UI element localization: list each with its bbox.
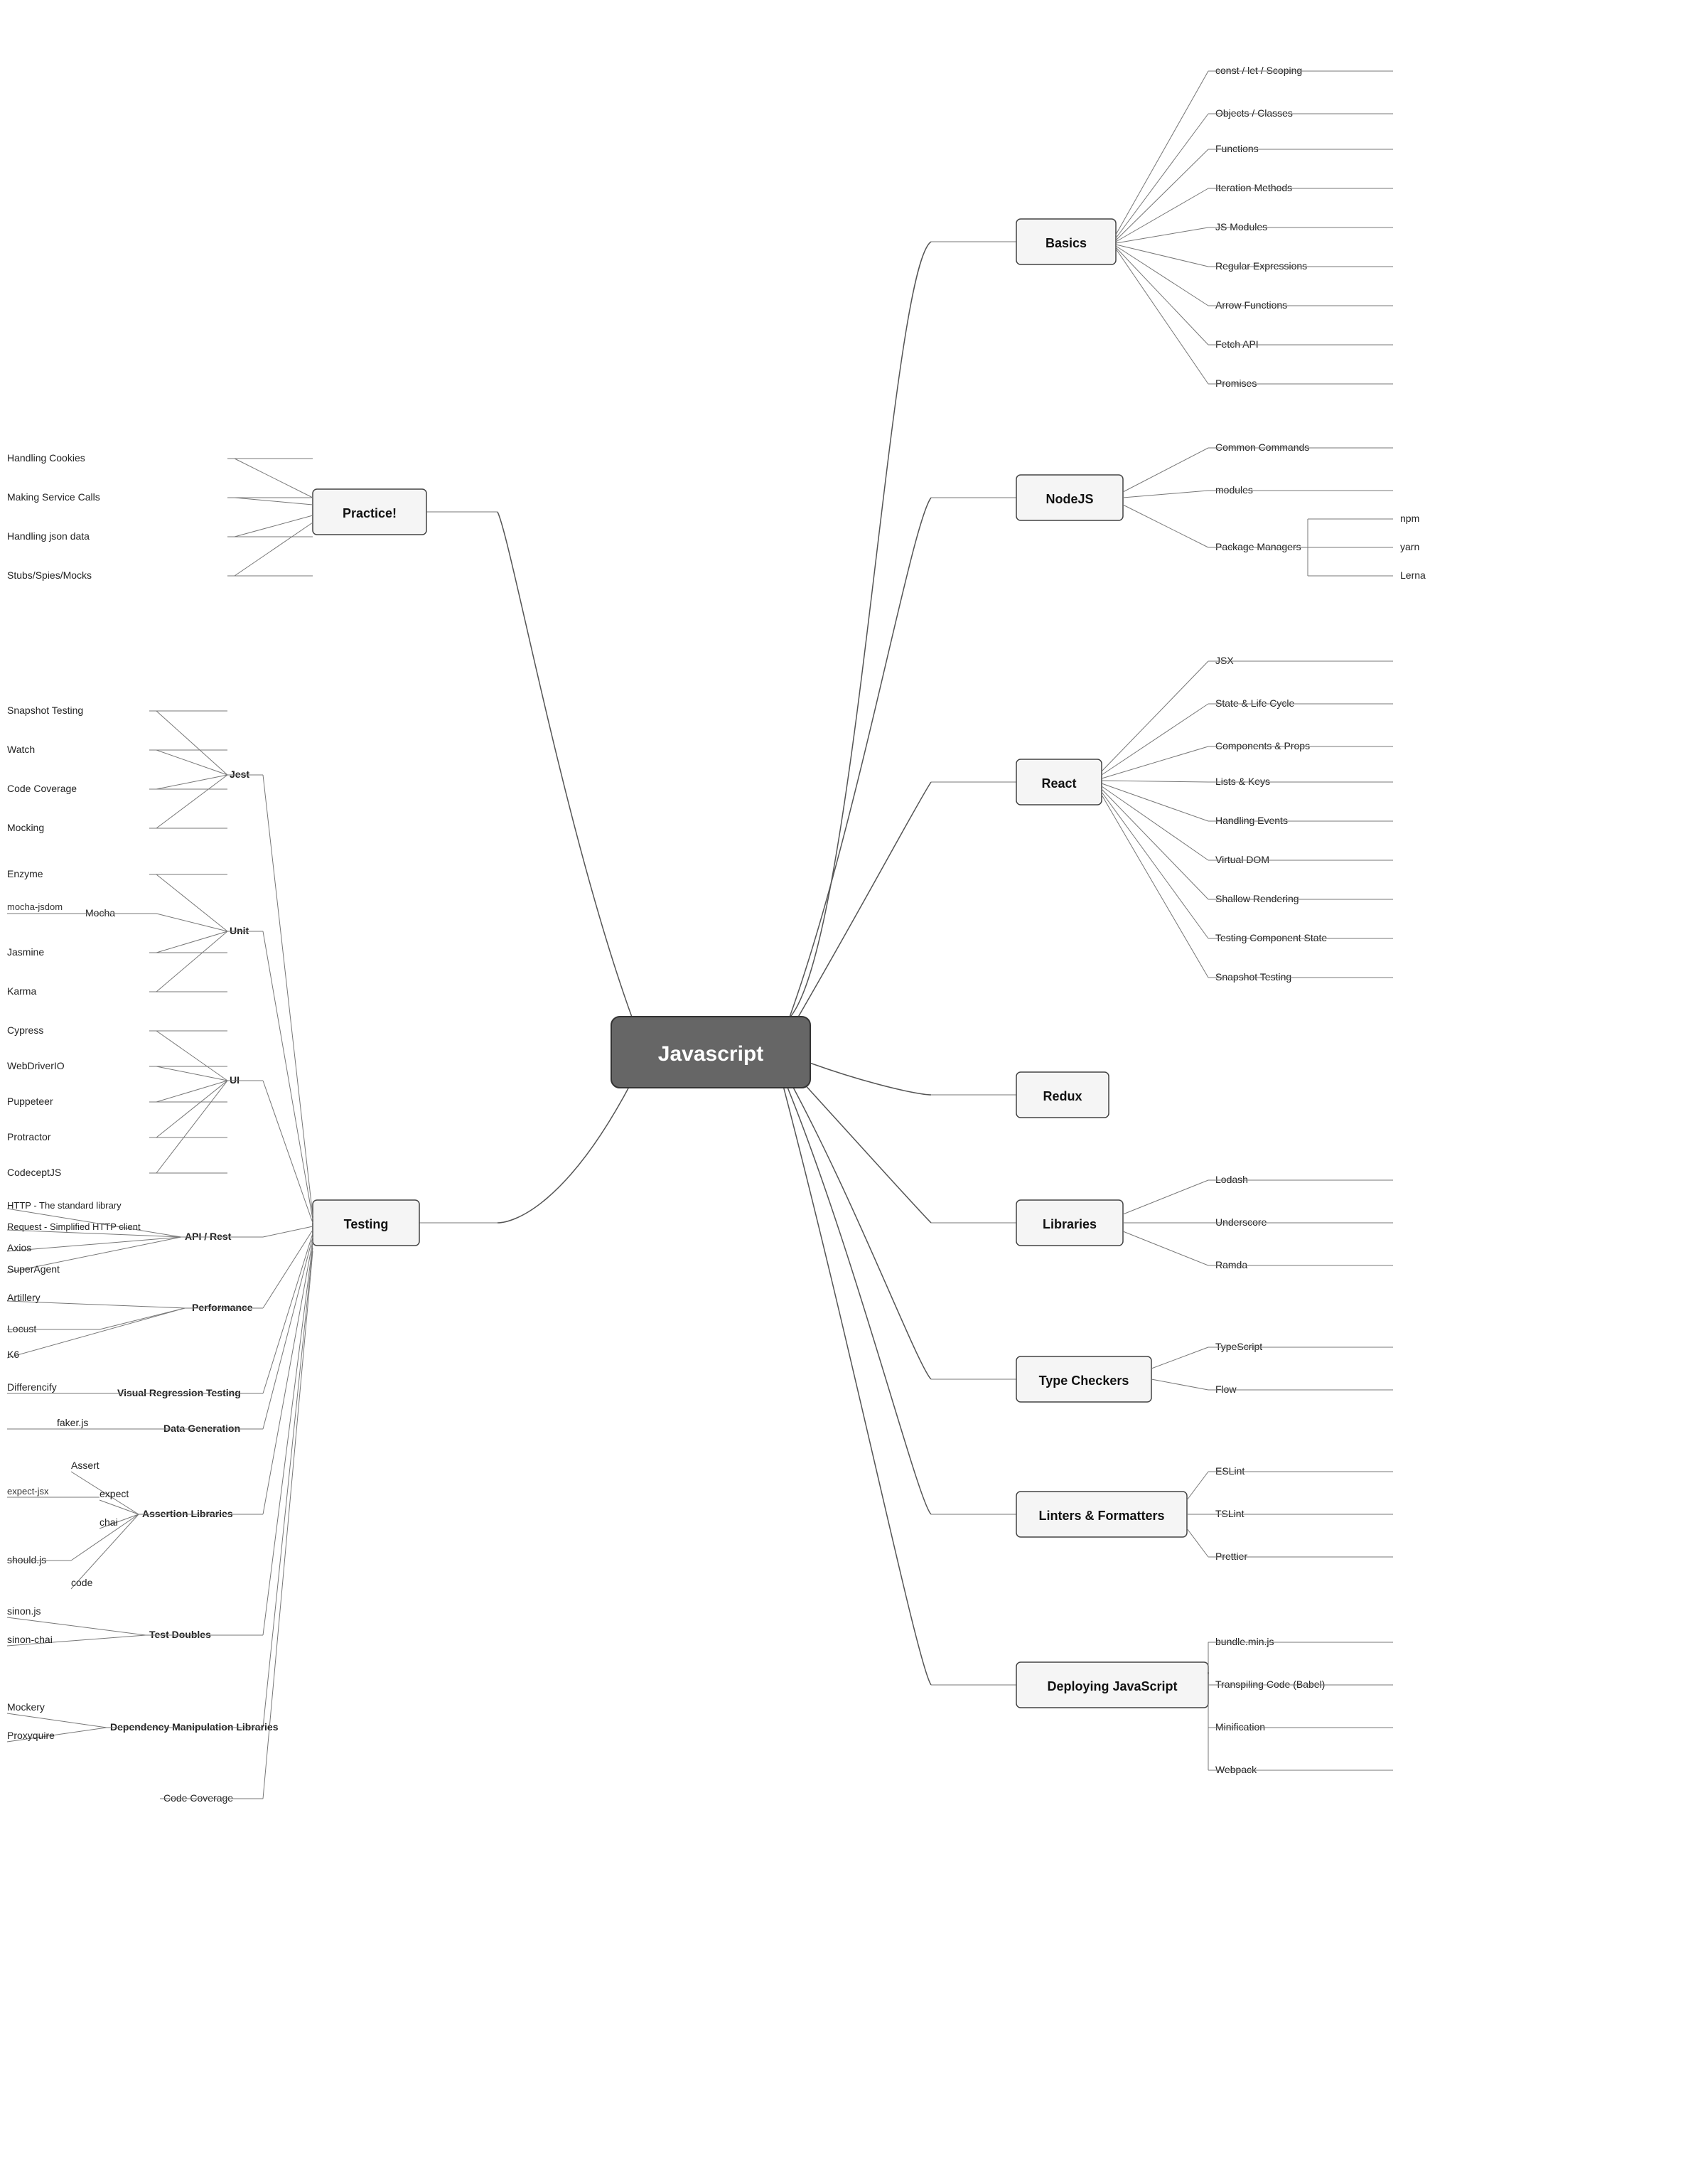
leaf-package-managers: Package Managers: [1215, 541, 1301, 552]
visual-regression-label: Visual Regression Testing: [117, 1387, 241, 1398]
mindmap-svg: Javascript Basics const / let / Scoping …: [0, 0, 1688, 2182]
leaf-yarn: yarn: [1400, 541, 1419, 552]
deploying-label: Deploying JavaScript: [1047, 1679, 1177, 1693]
leaf-axios: Axios: [7, 1242, 31, 1253]
basics-label: Basics: [1045, 236, 1087, 250]
leaf-lerna: Lerna: [1400, 569, 1426, 581]
leaf-bundle: bundle.min.js: [1215, 1636, 1274, 1647]
redux-label: Redux: [1043, 1089, 1082, 1103]
leaf-handling-events: Handling Events: [1215, 815, 1288, 826]
leaf-stubs-spies-mocks: Stubs/Spies/Mocks: [7, 569, 92, 581]
leaf-objects: Objects / Classes: [1215, 107, 1293, 119]
leaf-superagent: SuperAgent: [7, 1263, 60, 1275]
test-doubles-label: Test Doubles: [149, 1629, 211, 1640]
leaf-snapshot-jest: Snapshot Testing: [7, 705, 83, 716]
leaf-code-coverage-jest: Code Coverage: [7, 783, 77, 794]
leaf-webpack: Webpack: [1215, 1764, 1257, 1775]
leaf-mocha: Mocha: [85, 907, 115, 919]
leaf-iteration: Iteration Methods: [1215, 182, 1292, 193]
leaf-karma: Karma: [7, 985, 36, 997]
leaf-http: HTTP - The standard library: [7, 1200, 122, 1211]
leaf-lodash: Lodash: [1215, 1174, 1248, 1185]
leaf-lists: Lists & Keys: [1215, 776, 1270, 787]
leaf-k6: K6: [7, 1349, 19, 1360]
jest-label: Jest: [230, 769, 249, 780]
leaf-modules: modules: [1215, 484, 1253, 496]
assertion-libraries-label: Assertion Libraries: [142, 1508, 233, 1519]
leaf-code: code: [71, 1577, 93, 1588]
leaf-shouldjs: should.js: [7, 1554, 46, 1565]
leaf-handling-cookies: Handling Cookies: [7, 452, 85, 464]
leaf-shallow-rendering: Shallow Rendering: [1215, 893, 1299, 904]
leaf-jasmine: Jasmine: [7, 946, 44, 958]
mindmap-container: Javascript Basics const / let / Scoping …: [0, 0, 1688, 2182]
leaf-functions: Functions: [1215, 143, 1259, 154]
dep-manipulation-label: Dependency Manipulation Libraries: [110, 1721, 279, 1733]
leaf-mocha-jsdom: mocha-jsdom: [7, 901, 63, 912]
leaf-proxyquire: Proxyquire: [7, 1730, 55, 1741]
react-label: React: [1041, 776, 1076, 791]
leaf-arrow: Arrow Functions: [1215, 299, 1287, 311]
leaf-cypress: Cypress: [7, 1024, 43, 1036]
leaf-code-coverage-bottom: Code Coverage: [163, 1792, 233, 1804]
leaf-handling-json: Handling json data: [7, 530, 90, 542]
leaf-tslint: TSLint: [1215, 1508, 1245, 1519]
leaf-prettier: Prettier: [1215, 1551, 1247, 1562]
performance-label: Performance: [192, 1302, 253, 1313]
leaf-locust: Locust: [7, 1323, 36, 1334]
leaf-regex: Regular Expressions: [1215, 260, 1307, 272]
leaf-expect: expect: [100, 1488, 129, 1499]
unit-label: Unit: [230, 925, 249, 936]
leaf-codeceptjs: CodeceptJS: [7, 1167, 61, 1178]
leaf-typescript: TypeScript: [1215, 1341, 1262, 1352]
practice-label: Practice!: [343, 506, 397, 520]
leaf-flow: Flow: [1215, 1383, 1237, 1395]
leaf-components: Components & Props: [1215, 740, 1310, 751]
libraries-label: Libraries: [1043, 1217, 1097, 1231]
leaf-protractor: Protractor: [7, 1131, 51, 1142]
leaf-state: State & Life Cycle: [1215, 697, 1294, 709]
leaf-watch: Watch: [7, 744, 35, 755]
leaf-eslint: ESLint: [1215, 1465, 1245, 1477]
leaf-assert: Assert: [71, 1460, 100, 1471]
leaf-jsx: JSX: [1215, 655, 1234, 666]
leaf-promises: Promises: [1215, 378, 1257, 389]
leaf-enzyme: Enzyme: [7, 868, 43, 879]
nodejs-label: NodeJS: [1045, 492, 1093, 506]
api-rest-label: API / Rest: [185, 1231, 232, 1242]
leaf-fetch: Fetch API: [1215, 338, 1259, 350]
linters-label: Linters & Formatters: [1038, 1509, 1164, 1523]
leaf-fakerjs: faker.js: [57, 1417, 88, 1428]
center-label: Javascript: [658, 1042, 763, 1066]
leaf-sinon-chai: sinon-chai: [7, 1634, 53, 1645]
leaf-minification: Minification: [1215, 1721, 1265, 1733]
leaf-ramda: Ramda: [1215, 1259, 1247, 1270]
leaf-mockery: Mockery: [7, 1701, 45, 1713]
leaf-testing-component-state: Testing Component State: [1215, 932, 1327, 943]
leaf-expect-jsx: expect-jsx: [7, 1486, 49, 1497]
leaf-webdriverio: WebDriverIO: [7, 1060, 65, 1071]
leaf-common-commands: Common Commands: [1215, 441, 1309, 453]
leaf-underscore: Underscore: [1215, 1216, 1267, 1228]
leaf-sinonjs: sinon.js: [7, 1605, 41, 1617]
ui-label: UI: [230, 1074, 240, 1086]
leaf-snapshot-testing-react: Snapshot Testing: [1215, 971, 1291, 983]
leaf-differencify: Differencify: [7, 1381, 57, 1393]
leaf-virtual-dom: Virtual DOM: [1215, 854, 1269, 865]
leaf-puppeteer: Puppeteer: [7, 1096, 53, 1107]
leaf-artillery: Artillery: [7, 1292, 41, 1303]
leaf-jsmodules: JS Modules: [1215, 221, 1267, 232]
leaf-mocking: Mocking: [7, 822, 44, 833]
leaf-babel: Transpiling Code (Babel): [1215, 1679, 1325, 1690]
leaf-making-service-calls: Making Service Calls: [7, 491, 100, 503]
leaf-const: const / let / Scoping: [1215, 65, 1302, 76]
data-generation-label: Data Generation: [163, 1423, 240, 1434]
leaf-chai: chai: [100, 1516, 118, 1528]
testing-label: Testing: [344, 1217, 389, 1231]
leaf-request: Request - Simplified HTTP client: [7, 1221, 141, 1232]
leaf-npm: npm: [1400, 513, 1419, 524]
type-checkers-label: Type Checkers: [1039, 1374, 1129, 1388]
